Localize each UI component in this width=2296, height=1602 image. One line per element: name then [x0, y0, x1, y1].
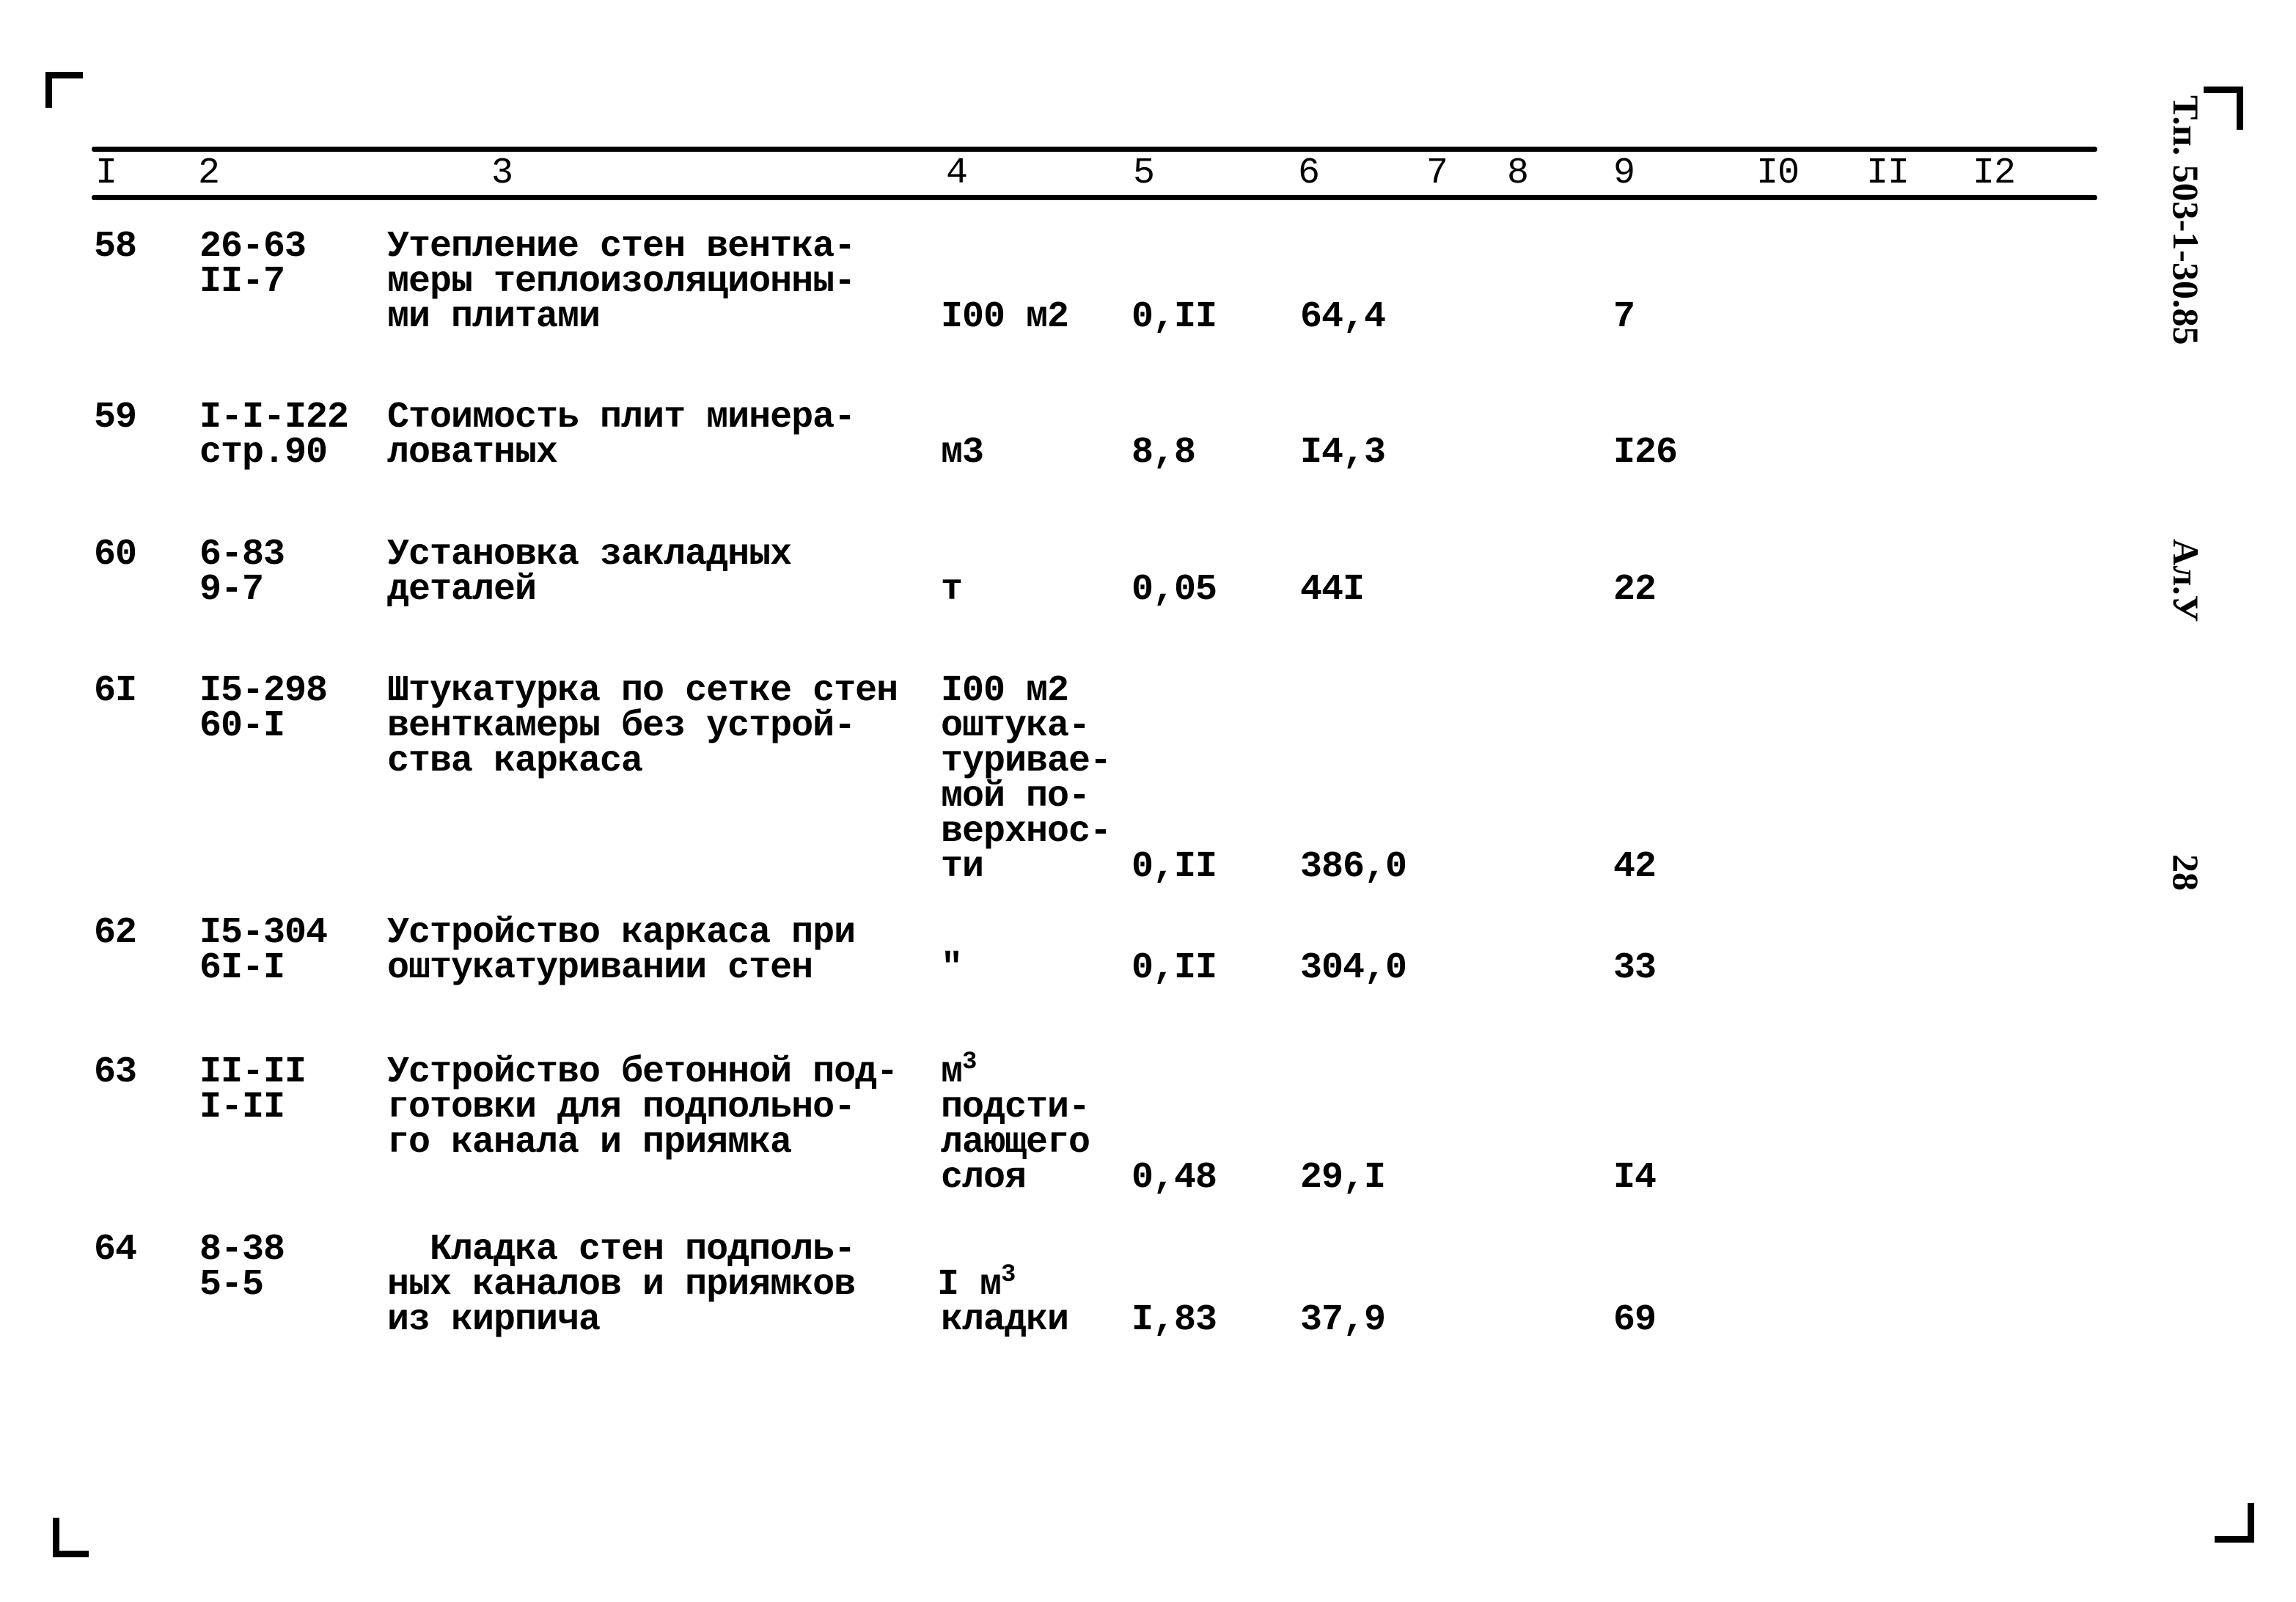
quantity: 0,II — [1132, 296, 1217, 338]
column-header-1: I — [95, 153, 117, 194]
norm-code: 26-63 — [199, 226, 307, 268]
norm-code: II-II — [199, 1051, 307, 1093]
total-cost: 33 — [1613, 947, 1657, 989]
unit-price: 64,4 — [1300, 296, 1386, 338]
work-name: меры теплоизоляционны- — [387, 261, 856, 303]
unit: туривае- — [941, 741, 1112, 782]
total-cost: I26 — [1613, 432, 1678, 474]
work-name: Штукатурка по сетке стен — [387, 670, 898, 712]
unit-price: 29,I — [1300, 1157, 1386, 1199]
work-name: Устройство каркаса при — [387, 912, 856, 954]
unit: т — [941, 569, 963, 611]
quantity: 0,II — [1132, 846, 1217, 888]
work-name: из кирпича — [387, 1299, 601, 1341]
work-name: оштукатуривании стен — [387, 947, 813, 989]
total-cost: 22 — [1613, 569, 1657, 611]
norm-code: 60-I — [199, 705, 285, 747]
norm-code: I5-304 — [199, 912, 328, 954]
row-number: 64 — [94, 1229, 137, 1271]
column-header-9: 9 — [1613, 153, 1635, 194]
norm-code: 6I-I — [199, 947, 285, 989]
row-number: 58 — [94, 226, 137, 268]
unit: оштука- — [941, 705, 1090, 747]
corner-mark-top-left — [45, 72, 83, 108]
unit: I м3 — [937, 1263, 1016, 1304]
work-name: Стоимость плит минера- — [387, 397, 856, 438]
unit-price: 386,0 — [1300, 846, 1407, 888]
unit: мой по- — [941, 776, 1090, 817]
column-header-8: 8 — [1507, 153, 1529, 194]
norm-code: 6-83 — [199, 534, 285, 576]
work-name: ми плитами — [387, 296, 601, 338]
unit-price: 37,9 — [1300, 1299, 1386, 1341]
work-name: ства каркаса — [387, 741, 643, 782]
work-name: Устройство бетонной под- — [387, 1051, 898, 1093]
unit: м3 — [941, 432, 984, 474]
unit: I00 м2 — [941, 296, 1069, 338]
page-number: 28 — [2165, 854, 2207, 891]
unit: м3 — [941, 1050, 977, 1091]
row-number: 62 — [94, 912, 137, 954]
unit: I00 м2 — [941, 670, 1069, 712]
column-header-11: II — [1866, 153, 1910, 194]
header-bottom-rule — [92, 195, 2097, 200]
quantity: 0,48 — [1132, 1157, 1217, 1199]
quantity: I,83 — [1132, 1299, 1217, 1341]
column-header-7: 7 — [1426, 153, 1448, 194]
corner-mark-top-right — [2204, 87, 2243, 130]
unit: слоя — [941, 1157, 1027, 1199]
total-cost: 69 — [1613, 1299, 1657, 1341]
unit: ти — [941, 846, 984, 888]
work-name: Кладка стен подполь- — [387, 1229, 856, 1271]
work-name: венткамеры без устрой- — [387, 705, 856, 747]
header-top-rule — [92, 147, 2097, 152]
work-name: ловатных — [387, 432, 558, 474]
corner-mark-bottom-right — [2215, 1503, 2254, 1543]
row-number: 63 — [94, 1051, 137, 1093]
norm-code: II-7 — [199, 261, 285, 303]
total-cost: I4 — [1613, 1157, 1657, 1199]
total-cost: 42 — [1613, 846, 1657, 888]
total-cost: 7 — [1613, 296, 1635, 338]
row-number: 60 — [94, 534, 137, 576]
column-header-6: 6 — [1298, 153, 1320, 194]
corner-mark-bottom-left — [53, 1518, 89, 1557]
norm-code: I-II — [199, 1087, 285, 1128]
quantity: 8,8 — [1132, 432, 1196, 474]
unit-price: 304,0 — [1300, 947, 1407, 989]
quantity: 0,05 — [1132, 569, 1217, 611]
unit-price: 44I — [1300, 569, 1365, 611]
unit: подсти- — [941, 1087, 1090, 1128]
column-header-3: 3 — [491, 153, 513, 194]
norm-code: 9-7 — [199, 569, 264, 611]
norm-code: 5-5 — [199, 1264, 264, 1306]
quantity: 0,II — [1132, 947, 1217, 989]
column-header-10: I0 — [1756, 153, 1800, 194]
unit: " — [941, 947, 963, 989]
unit-price: I4,3 — [1300, 432, 1386, 474]
unit-exponent: 3 — [1001, 1261, 1016, 1289]
unit: кладки — [941, 1299, 1069, 1341]
column-header-12: I2 — [1973, 153, 2016, 194]
norm-code: I-I-I22 — [199, 397, 349, 438]
norm-code: I5-298 — [199, 670, 328, 712]
unit: верхнос- — [941, 811, 1112, 853]
row-number: 59 — [94, 397, 137, 438]
work-name: деталей — [387, 569, 537, 611]
column-header-2: 2 — [198, 153, 220, 194]
document-code: Т.п. 503-1-30.85 — [2165, 95, 2207, 345]
work-name: Установка закладных — [387, 534, 792, 576]
unit-exponent: 3 — [962, 1048, 977, 1076]
work-name: го канала и приямка — [387, 1122, 792, 1164]
norm-code: стр.90 — [199, 432, 328, 474]
work-name: ных каналов и приямков — [387, 1264, 856, 1306]
album-label: Ал.У — [2165, 539, 2207, 622]
work-name: готовки для подпольно- — [387, 1087, 856, 1128]
work-name: Утепление стен вентка- — [387, 226, 856, 268]
column-header-4: 4 — [946, 153, 968, 194]
row-number: 6I — [94, 670, 137, 712]
unit: лающего — [941, 1122, 1090, 1164]
column-header-5: 5 — [1133, 153, 1155, 194]
norm-code: 8-38 — [199, 1229, 285, 1271]
